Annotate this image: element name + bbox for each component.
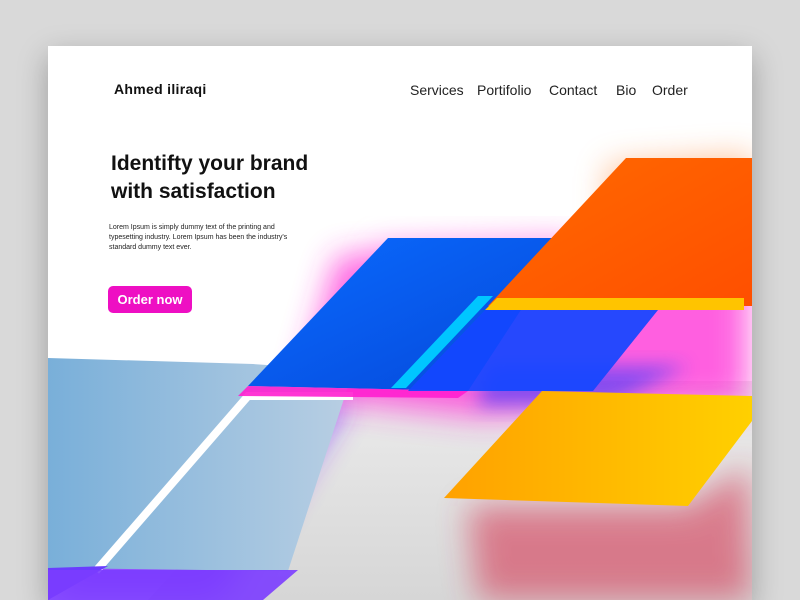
order-now-button[interactable]: Order now <box>108 286 192 313</box>
nav-item-contact[interactable]: Contact <box>549 82 597 98</box>
hero-headline: Identifty your brand with satisfaction <box>111 150 351 206</box>
nav-item-bio[interactable]: Bio <box>616 82 636 98</box>
abstract-parallelogram-artwork <box>48 156 752 600</box>
top-navigation: Services Portifolio Contact Bio Order <box>48 82 752 102</box>
headline-line-1: Identifty your brand <box>111 152 309 175</box>
nav-item-services[interactable]: Services <box>410 82 464 98</box>
violet-bottom-band <box>48 570 298 600</box>
nav-item-order[interactable]: Order <box>652 82 688 98</box>
orange-parallelogram <box>488 158 752 306</box>
headline-line-2: with satisfaction <box>111 180 276 203</box>
nav-item-portfolio[interactable]: Portifolio <box>477 82 531 98</box>
landing-page-card: Ahmed iliraqi Services Portifolio Contac… <box>48 46 752 600</box>
hero-description: Lorem Ipsum is simply dummy text of the … <box>109 224 288 251</box>
yellow-thin-bar <box>485 298 744 310</box>
